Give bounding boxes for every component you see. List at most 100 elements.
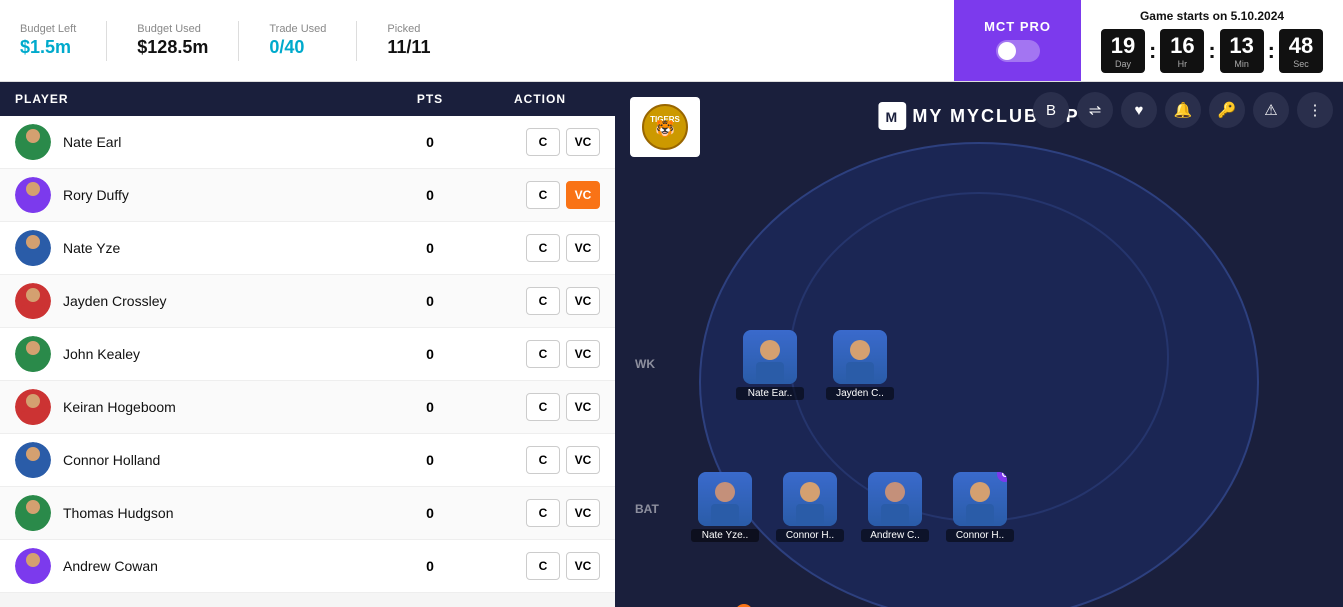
player-pts: 0 (380, 346, 480, 362)
btn-captain[interactable]: C (526, 234, 560, 262)
btn-captain[interactable]: C (526, 393, 560, 421)
player-name: Andrew Cowan (63, 558, 380, 574)
avatar-circle (15, 283, 51, 319)
right-panel: B ⇌ ♥ 🔔 🔑 ⚠ ⋮ TIGERS 🐯 M (615, 82, 1343, 607)
player-pts: 0 (380, 505, 480, 521)
icon-btn-warning[interactable]: ⚠ (1253, 92, 1289, 128)
field-name-nate-earl: Nate Ear.. (736, 387, 804, 400)
player-pts: 0 (380, 293, 480, 309)
btn-captain[interactable]: C (526, 499, 560, 527)
left-panel: PLAYER PTS ACTION Nate Earl 0 C VC (0, 82, 615, 607)
budget-used: Budget Used $128.5m (137, 23, 208, 58)
player-name: Keiran Hogeboom (63, 399, 380, 415)
player-actions: C VC (480, 340, 600, 368)
btn-vice-captain[interactable]: VC (566, 446, 600, 474)
btn-vice-captain[interactable]: VC (566, 340, 600, 368)
picked-label: Picked (387, 23, 430, 35)
player-pts: 0 (380, 558, 480, 574)
field-player-nate-yze: Nate Yze.. (690, 472, 760, 542)
col-pts-header: PTS (380, 92, 480, 106)
field-player-connor-holland: Connor H.. (775, 472, 845, 542)
icon-btn-bell[interactable]: 🔔 (1165, 92, 1201, 128)
icon-btn-heart[interactable]: ♥ (1121, 92, 1157, 128)
btn-captain[interactable]: C (526, 128, 560, 156)
budget-used-value: $128.5m (137, 37, 208, 58)
budget-left-label: Budget Left (20, 23, 76, 35)
countdown-day: 19 Day (1101, 29, 1145, 73)
field-player-connor-hogeboom: C Connor H.. (945, 472, 1015, 542)
player-avatar (15, 230, 51, 266)
btn-captain[interactable]: C (526, 552, 560, 580)
player-actions: C VC (480, 552, 600, 580)
field-name-nate-yze: Nate Yze.. (691, 529, 759, 542)
svg-text:🐯: 🐯 (655, 119, 675, 138)
header: Budget Left $1.5m Budget Used $128.5m Tr… (0, 0, 1343, 82)
divider3 (356, 21, 357, 61)
player-avatar (15, 495, 51, 531)
toggle-knob (998, 42, 1016, 60)
team-logo: TIGERS 🐯 (630, 97, 700, 157)
budget-used-label: Budget Used (137, 23, 208, 35)
mct-pro-section: MCT PRO (954, 0, 1081, 81)
budget-left-value: $1.5m (20, 37, 76, 58)
field-avatar-nate-earl (743, 330, 797, 384)
avatar-circle (15, 336, 51, 372)
field-avatar-nate-yze (698, 472, 752, 526)
btn-vice-captain[interactable]: VC (566, 499, 600, 527)
icon-btn-swap[interactable]: ⇌ (1077, 92, 1113, 128)
icon-btn-b[interactable]: B (1033, 92, 1069, 128)
avatar-circle (15, 548, 51, 584)
avatar-circle (15, 389, 51, 425)
game-starts-label: Game starts on 5.10.2024 (1140, 9, 1284, 23)
player-actions: C VC (480, 446, 600, 474)
btn-vice-captain[interactable]: VC (566, 128, 600, 156)
btn-captain[interactable]: C (526, 340, 560, 368)
budget-section: Budget Left $1.5m Budget Used $128.5m Tr… (0, 0, 954, 81)
btn-vice-captain[interactable]: VC (566, 234, 600, 262)
avatar-circle (15, 495, 51, 531)
btn-vice-captain[interactable]: VC (566, 393, 600, 421)
btn-captain[interactable]: C (526, 446, 560, 474)
player-actions: C VC (480, 499, 600, 527)
field-name-jayden-crossley: Jayden C.. (826, 387, 894, 400)
field-name-connor-holland-bat: Connor H.. (776, 529, 844, 542)
table-header: PLAYER PTS ACTION (0, 82, 615, 116)
avatar-circle (15, 124, 51, 160)
field-avatar-andrew-cowan (868, 472, 922, 526)
picked-value: 11/11 (387, 37, 430, 58)
field-label-wk: WK (635, 357, 655, 371)
col-player-header: PLAYER (15, 92, 380, 106)
btn-vice-captain[interactable]: VC (566, 287, 600, 315)
divider2 (238, 21, 239, 61)
player-avatar (15, 283, 51, 319)
icon-btn-more[interactable]: ⋮ (1297, 92, 1333, 128)
player-pts: 0 (380, 134, 480, 150)
btn-captain[interactable]: C (526, 287, 560, 315)
colon3: : (1268, 38, 1275, 64)
btn-captain[interactable]: C (526, 181, 560, 209)
countdown-section: Game starts on 5.10.2024 19 Day : 16 Hr … (1081, 0, 1343, 81)
player-row: Andrew Cowan 0 C VC (0, 540, 615, 593)
trade-used-label: Trade Used (269, 23, 326, 35)
player-row: Rory Duffy 0 C VC (0, 169, 615, 222)
avatar-circle (15, 177, 51, 213)
player-avatar (15, 177, 51, 213)
cricket-field: TIGERS 🐯 M MY MYCLUBTAP WK BAT AR (615, 82, 1343, 607)
player-row: Keiran Hogeboom 0 C VC (0, 381, 615, 434)
player-avatar (15, 124, 51, 160)
btn-vice-captain[interactable]: VC (566, 181, 600, 209)
field-player-andrew-cowan: Andrew C.. (860, 472, 930, 542)
player-avatar (15, 336, 51, 372)
player-row: Nate Earl 0 C VC (0, 116, 615, 169)
icon-btn-key[interactable]: 🔑 (1209, 92, 1245, 128)
mct-pro-toggle[interactable] (996, 40, 1040, 62)
myclubtap-logo-icon: M (878, 102, 906, 130)
countdown-min: 13 Min (1220, 29, 1264, 73)
btn-vice-captain[interactable]: VC (566, 552, 600, 580)
field-player-jayden-crossley: Jayden C.. (825, 330, 895, 400)
field-name-connor-hogeboom: Connor H.. (946, 529, 1014, 542)
colon1: : (1149, 38, 1156, 64)
player-row: Connor Holland 0 C VC (0, 434, 615, 487)
player-avatar (15, 442, 51, 478)
player-avatar (15, 548, 51, 584)
